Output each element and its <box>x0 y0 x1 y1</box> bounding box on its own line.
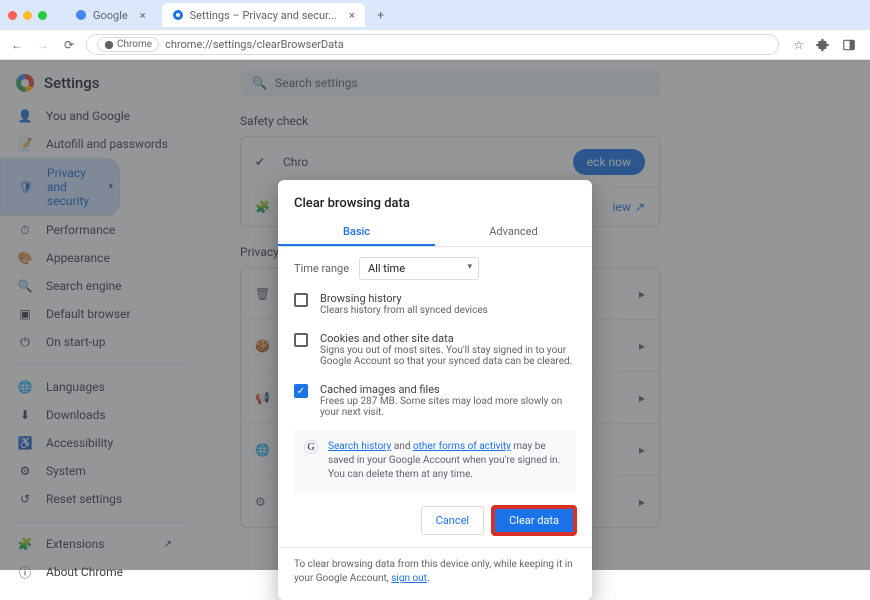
tab-advanced[interactable]: Advanced <box>435 219 592 246</box>
time-range-select[interactable]: All time <box>359 257 479 280</box>
modal-scrim[interactable]: Clear browsing data Basic Advanced Time … <box>0 60 870 570</box>
option-cookies[interactable]: Cookies and other site dataSigns you out… <box>278 324 592 375</box>
settings-favicon-icon <box>172 9 184 21</box>
window-titlebar: Google × Settings – Privacy and secur...… <box>0 0 870 30</box>
browser-toolbar: ← → ⟳ Chrome chrome://settings/clearBrow… <box>0 30 870 60</box>
tab-label: Settings – Privacy and secur... <box>190 9 337 22</box>
tab-google[interactable]: Google × <box>65 3 156 27</box>
time-range-label: Time range <box>294 262 349 275</box>
close-window-icon[interactable] <box>8 11 17 20</box>
checkbox-checked[interactable]: ✓ <box>294 384 308 398</box>
chrome-icon <box>104 40 114 50</box>
tab-close-icon[interactable]: × <box>140 9 146 22</box>
bookmark-star-icon[interactable]: ☆ <box>793 38 804 52</box>
google-account-info: G Search history and other forms of acti… <box>294 430 576 492</box>
dialog-footer: To clear browsing data from this device … <box>278 547 592 586</box>
forward-icon[interactable]: → <box>34 38 52 52</box>
checkbox[interactable] <box>294 333 308 347</box>
time-range-row: Time range All time <box>278 247 592 284</box>
option-browsing-history[interactable]: Browsing historyClears history from all … <box>278 284 592 324</box>
maximize-window-icon[interactable] <box>38 11 47 20</box>
google-favicon-icon <box>75 9 87 21</box>
address-bar[interactable]: Chrome chrome://settings/clearBrowserDat… <box>86 34 779 55</box>
dialog-tabs: Basic Advanced <box>278 219 592 247</box>
option-cached[interactable]: ✓ Cached images and filesFrees up 287 MB… <box>278 375 592 426</box>
clear-data-button[interactable]: Clear data <box>492 506 576 535</box>
minimize-window-icon[interactable] <box>23 11 32 20</box>
dialog-actions: Cancel Clear data <box>278 496 592 539</box>
dialog-title: Clear browsing data <box>278 196 592 219</box>
google-g-icon: G <box>304 440 318 454</box>
new-tab-button[interactable]: + <box>371 8 391 22</box>
clear-browsing-data-dialog: Clear browsing data Basic Advanced Time … <box>278 180 592 600</box>
other-activity-link[interactable]: other forms of activity <box>413 441 511 452</box>
tab-settings[interactable]: Settings – Privacy and secur... × <box>162 3 365 27</box>
url-text: chrome://settings/clearBrowserData <box>165 38 344 51</box>
tab-basic[interactable]: Basic <box>278 219 435 246</box>
chrome-chip: Chrome <box>97 37 159 52</box>
settings-page: Settings 👤You and Google 📝Autofill and p… <box>0 60 870 570</box>
checkbox[interactable] <box>294 293 308 307</box>
reload-icon[interactable]: ⟳ <box>60 38 78 52</box>
back-icon[interactable]: ← <box>8 38 26 52</box>
search-history-link[interactable]: Search history <box>328 441 391 452</box>
tab-label: Google <box>93 9 128 22</box>
window-controls <box>8 11 47 20</box>
tab-close-icon[interactable]: × <box>349 9 355 22</box>
side-panel-icon[interactable] <box>842 38 856 52</box>
sign-out-link[interactable]: sign out <box>391 573 427 584</box>
extensions-icon[interactable] <box>816 38 830 52</box>
cancel-button[interactable]: Cancel <box>421 506 484 535</box>
